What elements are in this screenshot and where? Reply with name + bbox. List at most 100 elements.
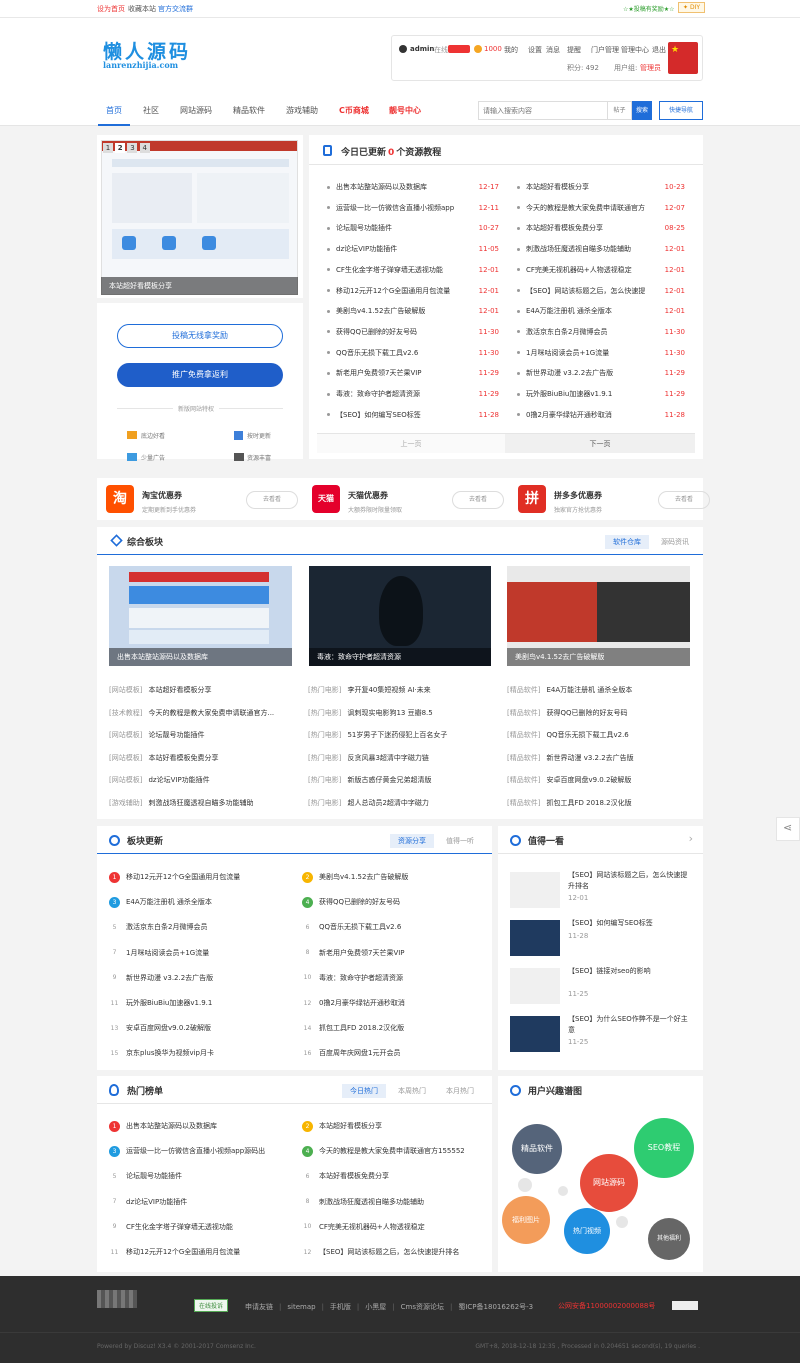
nav-source[interactable]: 网站源码 [180, 105, 212, 116]
bubble-software[interactable]: 精品软件 [512, 1124, 562, 1174]
today-item[interactable]: 今天的教程是教大家免费申请联通官方 12-07 [517, 200, 685, 216]
today-item[interactable]: E4A万能注册机 通杀全版本 12-01 [517, 303, 685, 319]
ranked-item[interactable]: 2 本站超好看模板分享 [302, 1118, 487, 1134]
today-item[interactable]: 本站超好看模板分享 10-23 [517, 179, 685, 195]
thumb-2[interactable]: 毒液：致命守护者超清资源 [309, 566, 491, 666]
comp-item-category[interactable]: [网站模板] [109, 754, 142, 762]
search-type-select[interactable]: 帖子 [608, 101, 632, 120]
ranked-item[interactable]: 11 移动12元开12个G全国通用月包流量 [109, 1244, 294, 1260]
complaint-badge[interactable]: 在线投诉 [194, 1299, 229, 1312]
ranked-item[interactable]: 4 今天的教程是教大家免费申请联通官方155552 [302, 1143, 487, 1159]
comp-item[interactable]: [精品软件] 安卓百度网盘v9.0.2破解版 [507, 772, 692, 788]
comp-item-category[interactable]: [热门电影] [308, 731, 341, 739]
coupon-go-button[interactable]: 去看看 [452, 491, 504, 509]
today-item[interactable]: CF完美无视机器码+人物透视稳定 12-01 [517, 262, 685, 278]
footer-link[interactable]: 小黑屋 [365, 1303, 386, 1311]
tab-month-hot[interactable]: 本月热门 [438, 1084, 482, 1098]
ranked-item[interactable]: 4 获得QQ已删除的好友号码 [302, 894, 487, 910]
user-name[interactable]: admin [410, 45, 434, 53]
ranked-item[interactable]: 3 E4A万能注册机 通杀全版本 [109, 894, 294, 910]
ranked-item[interactable]: 10 毒液：致命守护者超清资源 [302, 970, 487, 986]
slider-caption[interactable]: 本站超好看模板分享 [101, 277, 298, 295]
comp-item-category[interactable]: [网站模板] [109, 776, 142, 784]
comp-item[interactable]: [热门电影] 新版古惑仔黄金兄弟超清版 [308, 772, 493, 788]
worth-item[interactable]: 【SEO】链接对seo的影响 11-25 [510, 966, 695, 1008]
slider-page-1[interactable]: 1 [103, 143, 113, 153]
coupon-card[interactable]: 天猫 天猫优惠券 大额券限时限量领取 去看看 [312, 485, 504, 515]
comp-item-category[interactable]: [精品软件] [507, 776, 540, 784]
ranked-item[interactable]: 1 移动12元开12个G全国通用月包流量 [109, 869, 294, 885]
ranked-item[interactable]: 9 新世界动漫 v3.2.2去广告版 [109, 970, 294, 986]
slider-image[interactable] [101, 140, 298, 295]
chevron-right-icon[interactable]: › [689, 832, 693, 845]
mine-link[interactable]: 我的 [504, 45, 518, 55]
today-item[interactable]: 1月咪咕阅读会员+1G流量 11-30 [517, 345, 685, 361]
comp-item[interactable]: [精品软件] 获得QQ已删除的好友号码 [507, 705, 692, 721]
tab-worth-listening[interactable]: 值得一听 [438, 834, 482, 848]
nav-software[interactable]: 精品软件 [233, 105, 265, 116]
ranked-item[interactable]: 7 dz论坛VIP功能插件 [109, 1194, 294, 1210]
settings-link[interactable]: 设置 [528, 45, 542, 55]
ranked-item[interactable]: 8 刺激战场狂魔透视自瞄多功能辅助 [302, 1194, 487, 1210]
remind-link[interactable]: 提醒 [567, 45, 581, 55]
today-item[interactable]: 论坛靓号功能插件 10-27 [327, 220, 499, 236]
contribute-link[interactable]: ☆★投稿有奖励★☆ [623, 4, 675, 13]
coupon-go-button[interactable]: 去看看 [658, 491, 710, 509]
today-item[interactable]: 毒液：致命守护者超清资源 11-29 [327, 386, 499, 402]
admin-center-link[interactable]: 管理中心 [621, 45, 649, 55]
comp-item[interactable]: [精品软件] 新世界动漫 v3.2.2去广告版 [507, 750, 692, 766]
today-item[interactable]: CF生化金字塔子弹穿墙无透视功能 12-01 [327, 262, 499, 278]
nav-vip-number[interactable]: 靓号中心 [389, 105, 421, 116]
comp-item-category[interactable]: [热门电影] [308, 776, 341, 784]
diy-button[interactable]: ✦ DIY [678, 2, 705, 13]
ranked-item[interactable]: 11 玩外服BiuBiu加速器v1.9.1 [109, 995, 294, 1011]
police-record[interactable]: 公网安备11000002000088号 [558, 1301, 655, 1311]
footer-link[interactable]: 手机版 [330, 1303, 351, 1311]
messages-link[interactable]: 消息 [546, 45, 560, 55]
prev-page-button[interactable]: 上一页 [317, 433, 505, 453]
thumb-1[interactable]: 出售本站整站源码以及数据库 [109, 566, 292, 666]
comp-item-category[interactable]: [游戏辅助] [109, 799, 142, 807]
logout-link[interactable]: 退出 [652, 45, 666, 55]
worth-item[interactable]: 【SEO】网站该标题之后，怎么快速提升排名 12-01 [510, 870, 695, 912]
comp-item[interactable]: [网站模板] 本站超好看模板分享 [109, 682, 294, 698]
today-item[interactable]: 0撸2月豪华绿钻开通秒取消 11-28 [517, 407, 685, 423]
comp-item[interactable]: [热门电影] 反贪风暴3超清中字磁力链 [308, 750, 493, 766]
comp-item-category[interactable]: [精品软件] [507, 731, 540, 739]
comp-item[interactable]: [网站模板] 论坛靓号功能插件 [109, 727, 294, 743]
quick-nav-button[interactable]: 快捷导航 [659, 101, 703, 120]
comp-item-category[interactable]: [网站模板] [109, 731, 142, 739]
comp-item-category[interactable]: [精品软件] [507, 754, 540, 762]
ranked-item[interactable]: 5 论坛靓号功能插件 [109, 1168, 294, 1184]
ranked-item[interactable]: 15 京东plus换华为视频vip月卡 [109, 1045, 294, 1061]
comp-item-category[interactable]: [热门电影] [308, 709, 341, 717]
today-item[interactable]: 移动12元开12个G全国通用月包流量 12-01 [327, 283, 499, 299]
today-item[interactable]: 新世界动漫 v3.2.2去广告版 11-29 [517, 365, 685, 381]
footer-link[interactable]: 蜀ICP备18016262号-3 [458, 1303, 533, 1311]
today-item[interactable]: QQ音乐无损下载工具v2.6 11-30 [327, 345, 499, 361]
comp-item[interactable]: [网站模板] 本站好看模板免费分享 [109, 750, 294, 766]
promote-button[interactable]: 推广免费拿返利 [117, 363, 283, 387]
nav-home[interactable]: 首页 [106, 105, 122, 116]
today-item[interactable]: 刺激战场狂魔透视自瞄多功能辅助 12-01 [517, 241, 685, 257]
slider-page-3[interactable]: 3 [127, 143, 138, 153]
ranked-item[interactable]: 14 抓包工具FD 2018.2汉化版 [302, 1020, 487, 1036]
ranked-item[interactable]: 16 百度周年庆网盘1元开会员 [302, 1045, 487, 1061]
comp-item-category[interactable]: [精品软件] [507, 686, 540, 694]
nav-game[interactable]: 游戏辅助 [286, 105, 318, 116]
cnzz-badge-icon[interactable] [672, 1301, 698, 1310]
ranked-item[interactable]: 12 【SEO】网站该标题之后，怎么快速提升排名 [302, 1244, 487, 1260]
tab-resource-share[interactable]: 资源分享 [390, 834, 434, 848]
footer-link[interactable]: 申请友链 [245, 1303, 273, 1311]
comp-item[interactable]: [热门电影] 51岁男子下迷药侵犯上百名女子 [308, 727, 493, 743]
tab-today-hot[interactable]: 今日热门 [342, 1084, 386, 1098]
today-item[interactable]: 新老用户免费领7天芒果VIP 11-29 [327, 365, 499, 381]
ranked-item[interactable]: 7 1月咪咕阅读会员+1G流量 [109, 945, 294, 961]
today-item[interactable]: 本站超好看模板免费分享 08-25 [517, 220, 685, 236]
coupon-go-button[interactable]: 去看看 [246, 491, 298, 509]
bookmark-link[interactable]: 收藏本站 [128, 4, 156, 14]
today-item[interactable]: dz论坛VIP功能插件 11-05 [327, 241, 499, 257]
nav-community[interactable]: 社区 [143, 105, 159, 116]
search-input[interactable] [478, 101, 608, 120]
today-item[interactable]: 激活京东白条2月微博会员 11-30 [517, 324, 685, 340]
